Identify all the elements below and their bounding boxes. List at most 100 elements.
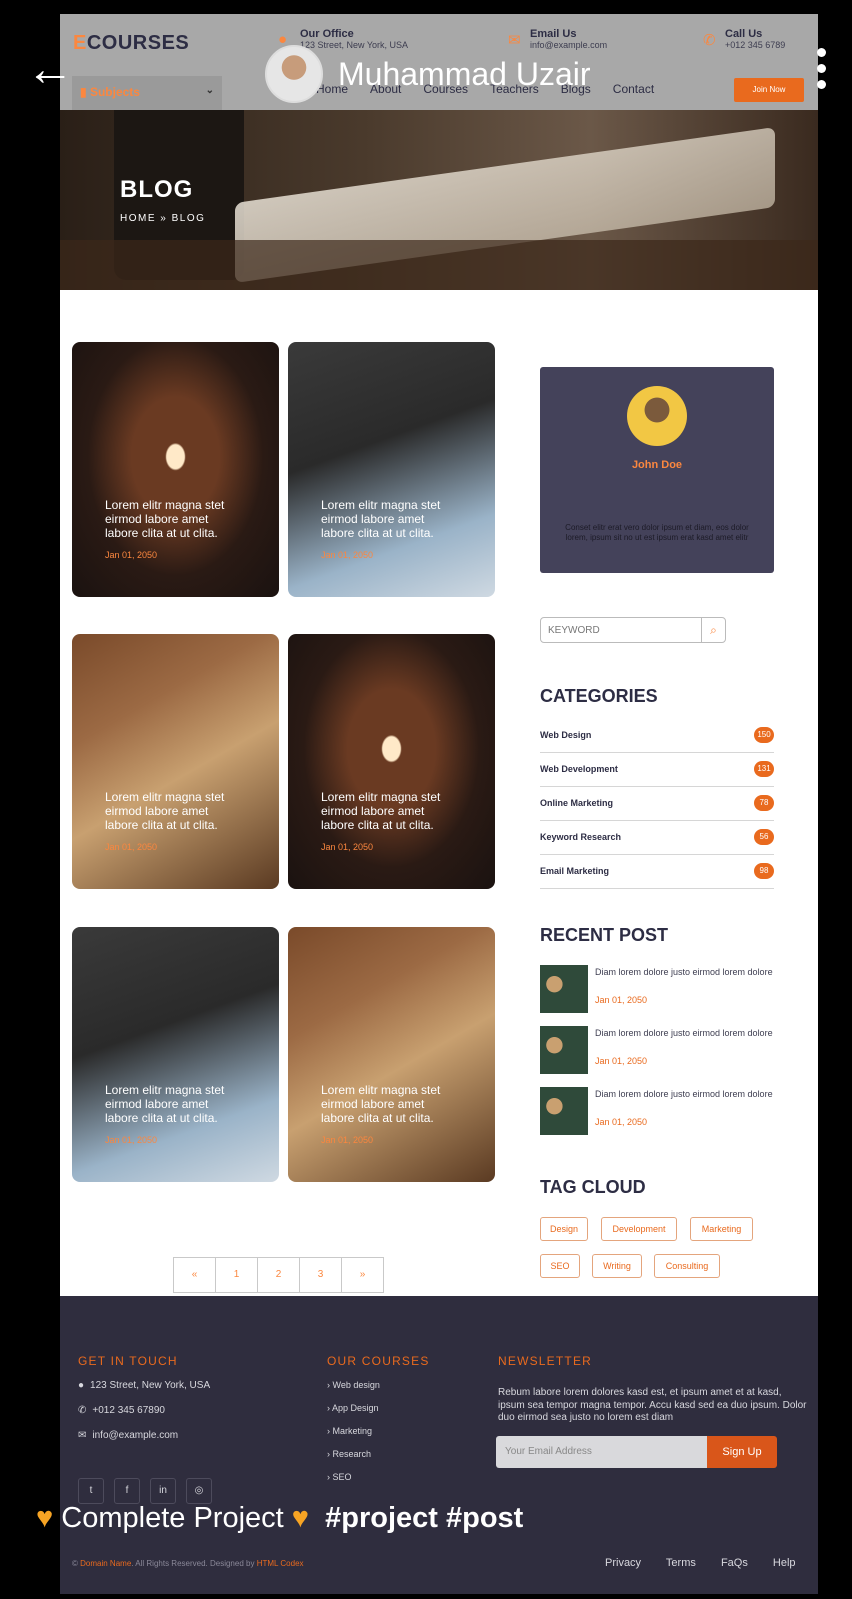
category-count-badge: 78 — [754, 795, 774, 811]
instagram-icon[interactable]: ◎ — [186, 1478, 212, 1504]
map-pin-icon: ● — [78, 1380, 85, 1391]
footer-email-text: info@example.com — [92, 1430, 179, 1441]
nav-contact[interactable]: Contact — [613, 82, 654, 96]
copyright-domain-link[interactable]: Domain Name — [80, 1559, 131, 1568]
facebook-icon[interactable]: f — [114, 1478, 140, 1504]
call-title: Call Us — [725, 28, 763, 40]
pagination-page-3[interactable]: 3 — [299, 1257, 342, 1293]
blog-card-date: Jan 01, 2050 — [321, 550, 374, 560]
category-item[interactable]: Web Development 131 — [540, 753, 774, 787]
category-count-badge: 150 — [754, 727, 774, 743]
tag-development[interactable]: Development — [601, 1217, 677, 1241]
footer-link-faqs[interactable]: FaQs — [721, 1557, 748, 1569]
category-count-badge: 131 — [754, 761, 774, 777]
breadcrumb-home[interactable]: HOME — [120, 213, 156, 224]
blog-card-date: Jan 01, 2050 — [105, 842, 158, 852]
keyword-search[interactable]: KEYWORD ⌕ — [540, 617, 726, 643]
category-label: Web Development — [540, 764, 618, 774]
more-options-icon[interactable] — [815, 48, 829, 100]
footer-link-terms[interactable]: Terms — [666, 1557, 696, 1569]
pagination-next[interactable]: » — [341, 1257, 384, 1293]
phone-icon: ✆ — [703, 32, 716, 49]
category-item[interactable]: Web Design 150 — [540, 719, 774, 753]
recent-post-item[interactable]: Diam lorem dolore justo eirmod lorem dol… — [540, 1026, 780, 1078]
footer-course-link[interactable]: › App Design — [327, 1403, 379, 1413]
footer-address: ● 123 Street, New York, USA — [78, 1380, 210, 1391]
hero-banner: BLOG HOME » BLOG — [60, 110, 818, 290]
recent-post-date: Jan 01, 2050 — [595, 1117, 648, 1127]
copyright-symbol: © — [72, 1559, 78, 1568]
recent-post-item[interactable]: Diam lorem dolore justo eirmod lorem dol… — [540, 965, 780, 1017]
logo-text: COURSES — [86, 32, 190, 54]
email-info: ✉ Email Us info@example.com — [508, 28, 608, 50]
search-input[interactable]: KEYWORD — [548, 625, 600, 636]
footer-links: Privacy Terms FaQs Help — [605, 1557, 818, 1569]
tag-writing[interactable]: Writing — [592, 1254, 642, 1278]
copyright: © Domain Name. All Rights Reserved. Desi… — [72, 1559, 304, 1568]
tag-consulting[interactable]: Consulting — [654, 1254, 720, 1278]
newsletter-email-input[interactable]: Your Email Address — [496, 1436, 708, 1468]
recent-post-thumbnail — [540, 965, 588, 1013]
breadcrumb-current: BLOG — [171, 213, 206, 224]
email-title: Email Us — [530, 28, 577, 40]
logo[interactable]: ECOURSES — [73, 32, 189, 55]
recent-post-item[interactable]: Diam lorem dolore justo eirmod lorem dol… — [540, 1087, 780, 1139]
footer-course-link[interactable]: › Marketing — [327, 1426, 372, 1436]
pagination-page-1[interactable]: 1 — [215, 1257, 258, 1293]
blog-card[interactable]: Lorem elitr magna stet eirmod labore ame… — [288, 634, 495, 889]
footer-link-help[interactable]: Help — [773, 1557, 796, 1569]
footer-course-label: Research — [332, 1449, 372, 1459]
categories-heading: CATEGORIES — [540, 686, 658, 706]
orange-heart-icon: ♥ — [36, 1502, 54, 1534]
tag-seo[interactable]: SEO — [540, 1254, 580, 1278]
username[interactable]: Muhammad Uzair — [338, 56, 591, 93]
blog-card-date: Jan 01, 2050 — [321, 842, 374, 852]
book-icon: ▮ — [80, 85, 87, 99]
blog-card-text: Lorem elitr magna stet eirmod labore ame… — [321, 790, 441, 832]
blog-card[interactable]: Lorem elitr magna stet eirmod labore ame… — [72, 342, 279, 597]
tag-design[interactable]: Design — [540, 1217, 588, 1241]
blog-card[interactable]: Lorem elitr magna stet eirmod labore ame… — [72, 634, 279, 889]
footer-course-link[interactable]: › Web design — [327, 1380, 380, 1390]
tag-marketing[interactable]: Marketing — [690, 1217, 753, 1241]
category-item[interactable]: Keyword Research 56 — [540, 821, 774, 855]
sign-up-button[interactable]: Sign Up — [707, 1436, 777, 1468]
linkedin-icon[interactable]: in — [150, 1478, 176, 1504]
footer-course-label: SEO — [332, 1472, 352, 1482]
recent-post-title: Diam lorem dolore justo eirmod lorem dol… — [595, 1028, 773, 1038]
category-item[interactable]: Email Marketing 98 — [540, 855, 774, 889]
category-item[interactable]: Online Marketing 78 — [540, 787, 774, 821]
email-value: info@example.com — [530, 40, 608, 50]
footer-course-link[interactable]: › SEO — [327, 1472, 352, 1482]
author-avatar — [627, 386, 687, 446]
webpage: ECOURSES ● Our Office 123 Street, New Yo… — [60, 14, 818, 1594]
author-bio: Conset elitr erat vero dolor ipsum et di… — [565, 523, 749, 542]
search-icon[interactable]: ⌕ — [701, 618, 725, 642]
pagination: « 1 2 3 » — [173, 1257, 384, 1293]
join-now-button[interactable]: Join Now — [734, 78, 804, 102]
office-value: 123 Street, New York, USA — [300, 40, 409, 50]
pagination-prev[interactable]: « — [173, 1257, 216, 1293]
footer-course-link[interactable]: › Research — [327, 1449, 371, 1459]
designer-link[interactable]: HTML Codex — [257, 1559, 304, 1568]
recent-post-date: Jan 01, 2050 — [595, 1056, 648, 1066]
subjects-dropdown[interactable]: ▮ Subjects ⌄ — [72, 76, 222, 110]
pagination-page-2[interactable]: 2 — [257, 1257, 300, 1293]
chevron-down-icon: ⌄ — [205, 85, 214, 96]
page-title: BLOG — [120, 176, 194, 203]
blog-card[interactable]: Lorem elitr magna stet eirmod labore ame… — [288, 927, 495, 1182]
blog-card-date: Jan 01, 2050 — [105, 550, 158, 560]
blog-card-text: Lorem elitr magna stet eirmod labore ame… — [105, 1083, 225, 1125]
back-arrow-icon[interactable]: ← — [26, 46, 78, 94]
hero-table-image — [60, 240, 818, 290]
blog-card-text: Lorem elitr magna stet eirmod labore ame… — [321, 1083, 441, 1125]
avatar[interactable] — [265, 45, 323, 103]
office-info: ● Our Office 123 Street, New York, USA — [278, 28, 409, 50]
twitter-icon[interactable]: t — [78, 1478, 104, 1504]
category-count-badge: 98 — [754, 863, 774, 879]
breadcrumb: HOME » BLOG — [120, 213, 205, 224]
blog-card[interactable]: Lorem elitr magna stet eirmod labore ame… — [288, 342, 495, 597]
blog-card[interactable]: Lorem elitr magna stet eirmod labore ame… — [72, 927, 279, 1182]
footer-link-privacy[interactable]: Privacy — [605, 1557, 641, 1569]
caption-text: Complete Project — [61, 1502, 284, 1534]
